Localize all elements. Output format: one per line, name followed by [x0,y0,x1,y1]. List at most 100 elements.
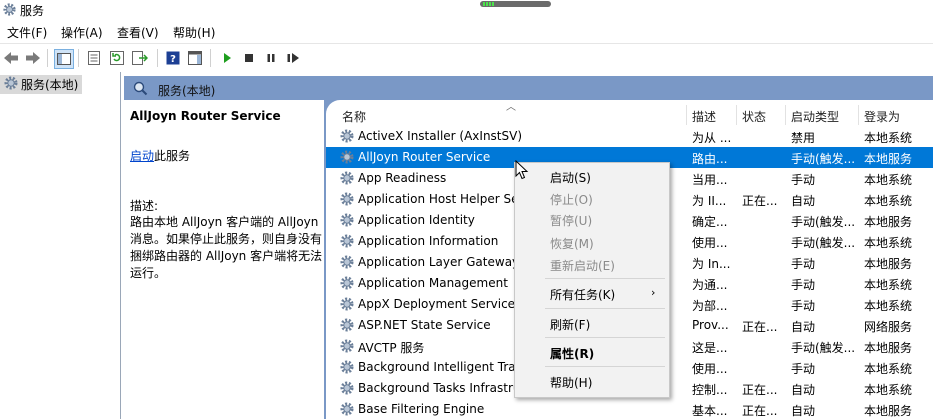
service-description-cell: 为部... [692,299,728,313]
mouse-cursor-icon [515,159,529,183]
service-startup-type-cell: 手动 [791,173,816,187]
description-label: 描述: [130,199,159,213]
service-startup-type-cell: 手动(触发... [791,341,856,355]
toolbar: ? [0,43,933,72]
column-header-description[interactable]: 描述 [692,108,716,125]
service-startup-type-cell: 手动(触发... [791,236,856,250]
column-divider[interactable] [736,105,737,125]
tree-item-services-local[interactable]: 服务(本地) [0,75,82,94]
export-icon[interactable] [131,49,149,67]
service-gear-icon [339,212,355,231]
table-row[interactable]: Base Filtering Engine 基本... 正在... 自动 本地服务 [326,399,933,419]
service-status-cell: 正在... [742,194,778,208]
properties-icon[interactable] [85,49,103,67]
panel-title: 服务(本地) [158,84,216,98]
window-drag-grip[interactable] [480,1,551,7]
column-header-logon-as[interactable]: 登录为 [864,108,900,125]
service-description-cell: 为 In... [692,257,731,271]
service-logon-cell: 本地系统 [864,173,913,187]
service-logon-cell: 本地服务 [864,152,913,166]
menu-help[interactable]: 帮助(H) [173,24,215,41]
window-title: 服务 [20,4,45,18]
service-status-cell: 正在... [742,320,778,334]
description-text: 路由本地 AllJoyn 客户端的 AllJoyn 消息。如果停止此服务，则自身… [130,215,323,280]
service-startup-type-cell: 手动 [791,278,816,292]
svg-text:?: ? [170,54,176,65]
service-gear-icon [339,170,355,189]
service-description-cell: 为通... [692,278,728,292]
context-menu-restart[interactable]: 重新启动(E) [550,257,615,274]
service-logon-cell: 本地服务 [864,215,913,229]
menu-view[interactable]: 查看(V) [117,24,159,41]
service-gear-icon [339,275,355,294]
service-logon-cell: 本地服务 [864,404,913,418]
service-gear-icon [339,359,355,378]
context-menu-help[interactable]: 帮助(H) [550,374,592,391]
help-icon[interactable]: ? [164,49,182,67]
back-icon[interactable] [2,49,20,67]
service-startup-type-cell: 自动 [791,383,816,397]
column-divider[interactable] [785,105,786,125]
context-menu-pause[interactable]: 暂停(U) [550,212,592,229]
service-startup-type-cell: 手动(触发... [791,152,856,166]
refresh-icon[interactable] [108,49,126,67]
pause-icon[interactable] [262,49,280,67]
service-logon-cell: 本地系统 [864,299,913,313]
context-menu-start[interactable]: 启动(S) [550,169,591,186]
service-logon-cell: 本地服务 [864,257,913,271]
services-gear-icon [2,2,17,17]
service-description-cell: 使用... [692,236,728,250]
service-description-cell: 为从 ... [692,131,732,145]
service-gear-icon [339,191,355,210]
context-menu-separator [545,366,665,367]
service-startup-type-cell: 自动 [791,194,816,208]
context-menu-stop[interactable]: 停止(O) [550,191,593,208]
service-description-cell: 路由... [692,152,728,166]
start-service-line: 启动此服务 [130,147,190,164]
service-gear-icon [339,317,355,336]
service-startup-type-cell: 手动 [791,299,816,313]
forward-icon[interactable] [24,49,42,67]
service-logon-cell: 本地服务 [864,341,913,355]
menu-action[interactable]: 操作(A) [61,24,103,41]
panel-header: 服务(本地) [124,76,933,100]
show-action-pane-icon[interactable] [186,49,204,67]
service-logon-cell: 本地系统 [864,236,913,250]
context-menu-all-tasks[interactable]: 所有任务(K) [550,286,615,303]
context-menu-properties[interactable]: 属性(R) [550,345,594,362]
service-logon-cell: 本地系统 [864,131,913,145]
service-description-cell: 当用... [692,173,728,187]
column-header-status[interactable]: 状态 [742,108,766,125]
table-row[interactable]: ActiveX Installer (AxInstSV) 为从 ... 禁用 本地系统 [326,126,933,147]
service-logon-cell: 本地系统 [864,362,913,376]
column-header-startup-type[interactable]: 启动类型 [791,108,839,125]
restart-icon[interactable] [284,49,302,67]
service-status-cell: 正在... [742,404,778,418]
service-gear-icon [339,149,355,168]
context-menu-resume[interactable]: 恢复(M) [550,235,594,252]
column-divider[interactable] [858,105,859,125]
service-startup-type-cell: 手动(触发... [791,215,856,229]
submenu-arrow-icon: › [651,286,656,299]
menu-file[interactable]: 文件(F) [7,24,47,41]
context-menu-refresh[interactable]: 刷新(F) [550,316,590,333]
service-gear-icon [339,401,355,419]
start-icon[interactable] [218,49,236,67]
stop-icon[interactable] [240,49,258,67]
sort-ascending-icon: ︿ [506,102,516,113]
service-name-cell: Base Filtering Engine [358,402,485,416]
service-description-cell: 使用... [692,362,728,376]
column-divider[interactable] [686,105,687,125]
start-service-link[interactable]: 启动 [130,149,154,163]
service-startup-type-cell: 自动 [791,320,816,334]
list-header: ︿ 名称 描述 状态 启动类型 登录为 [326,100,933,126]
show-tree-icon[interactable] [54,49,74,69]
search-icon [132,80,148,99]
service-logon-cell: 本地系统 [864,278,913,292]
tree-item-label: 服务(本地) [21,78,79,92]
context-menu-separator [545,308,665,309]
column-header-name[interactable]: 名称 [342,108,366,125]
service-gear-icon [339,233,355,252]
services-gear-icon [3,75,19,94]
service-gear-icon [339,338,355,357]
